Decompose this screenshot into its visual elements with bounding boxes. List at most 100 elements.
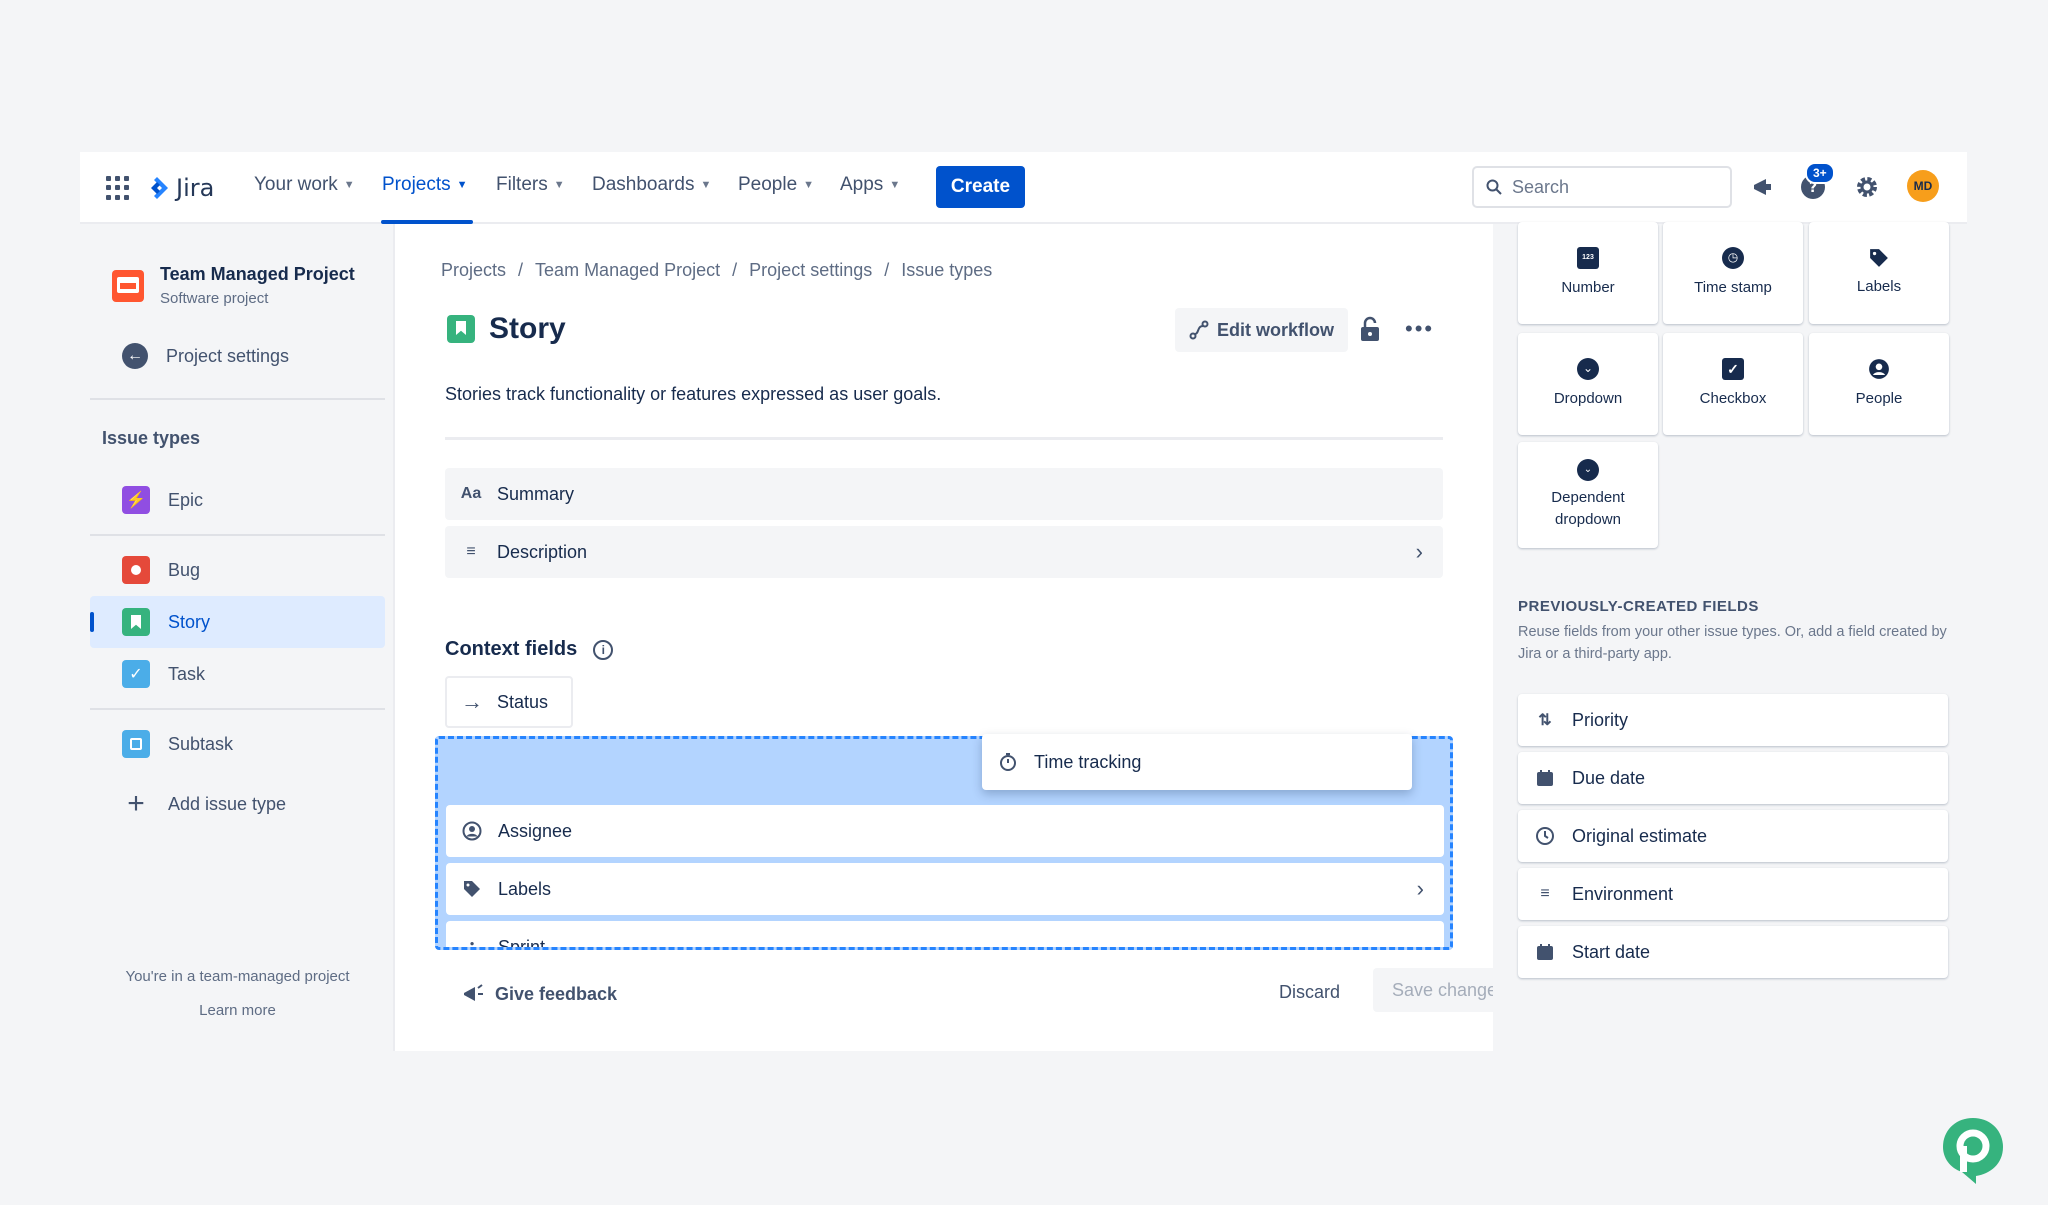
- field-type-dependent-dropdown[interactable]: ⌄ Dependent dropdown: [1518, 442, 1658, 548]
- sprint-icon: ⛬: [466, 938, 478, 950]
- settings-icon[interactable]: [1850, 170, 1884, 204]
- discard-button[interactable]: Discard: [1279, 982, 1340, 1003]
- breadcrumb-separator: /: [884, 260, 890, 280]
- info-icon[interactable]: i: [593, 639, 614, 660]
- calendar-icon: [1534, 769, 1556, 787]
- learn-more-link[interactable]: Learn more: [80, 1002, 395, 1019]
- field-type-label: Dependent dropdown: [1551, 487, 1624, 531]
- field-label: Assignee: [498, 820, 573, 841]
- sidebar-item-label: Story: [168, 611, 211, 632]
- field-type-dropdown[interactable]: ⌄ Dropdown: [1518, 333, 1658, 435]
- field-status[interactable]: → Status: [445, 676, 573, 728]
- nav-your-work[interactable]: Your work ▼: [254, 174, 355, 196]
- prev-field-start-date[interactable]: Start date: [1518, 926, 1948, 978]
- jira-logo[interactable]: Jira: [144, 170, 214, 206]
- sidebar-item-story[interactable]: Story: [90, 596, 385, 648]
- bookmark-icon: [122, 608, 150, 636]
- notifications-icon[interactable]: [1746, 170, 1780, 204]
- context-fields-title: Context fields: [445, 638, 578, 660]
- chevron-down-icon: ▼: [700, 179, 712, 191]
- priority-arrows-icon: ⇅: [1538, 712, 1552, 729]
- field-summary[interactable]: Aa Summary: [445, 468, 1443, 520]
- prev-field-due-date[interactable]: Due date: [1518, 752, 1948, 804]
- page-title[interactable]: Story: [489, 312, 566, 346]
- breadcrumb-settings[interactable]: Project settings: [749, 260, 872, 281]
- person-circle-icon: [460, 821, 484, 841]
- project-avatar-icon: [112, 269, 144, 302]
- issue-type-description[interactable]: Stories track functionality or features …: [445, 384, 941, 405]
- chevron-down-icon: ▼: [456, 179, 468, 191]
- field-type-label-line2: dropdown: [1555, 511, 1621, 528]
- breadcrumb-separator: /: [732, 260, 738, 280]
- sidebar-item-bug[interactable]: Bug: [90, 544, 385, 596]
- field-type-number[interactable]: 123 Number: [1518, 222, 1658, 324]
- sidebar-item-subtask[interactable]: Subtask: [90, 718, 385, 770]
- field-label: Labels: [498, 878, 552, 899]
- double-chevron-icon: ⌄: [1577, 459, 1599, 482]
- calendar-icon: [1534, 943, 1556, 961]
- field-label: Status: [497, 691, 549, 712]
- sidebar-item-epic[interactable]: ⚡ Epic: [90, 474, 385, 526]
- field-assignee[interactable]: Assignee: [446, 805, 1444, 857]
- field-description[interactable]: ≡ Description ›: [445, 526, 1443, 578]
- sidebar-item-label: Project settings: [166, 345, 290, 366]
- sidebar-item-label: Task: [168, 663, 206, 684]
- divider: [90, 534, 385, 536]
- chevron-down-icon: ▼: [343, 179, 355, 191]
- prev-field-environment[interactable]: ≡ Environment: [1518, 868, 1948, 920]
- search-placeholder: Search: [1512, 176, 1570, 197]
- field-type-label: Checkbox: [1699, 390, 1767, 408]
- nav-projects[interactable]: Projects ▼: [382, 174, 468, 196]
- add-issue-type-button[interactable]: + Add issue type: [90, 778, 385, 830]
- field-type-people[interactable]: People: [1809, 333, 1949, 435]
- breadcrumb-issue-types[interactable]: Issue types: [901, 260, 992, 281]
- number-icon: 123: [1577, 247, 1599, 270]
- nav-apps[interactable]: Apps ▼: [840, 174, 900, 196]
- bug-icon: [122, 556, 150, 584]
- nav-dashboards[interactable]: Dashboards ▼: [592, 174, 711, 196]
- previously-created-heading: PREVIOUSLY-CREATED FIELDS: [1518, 598, 1759, 615]
- search-input[interactable]: Search: [1472, 166, 1732, 208]
- field-label: Time tracking: [1034, 751, 1142, 772]
- sidebar-item-task[interactable]: ✓ Task: [90, 648, 385, 700]
- clock-icon: ◷: [1722, 247, 1744, 270]
- clock-icon: [1534, 826, 1556, 846]
- jira-logo-icon: [151, 177, 168, 199]
- field-type-label: Dropdown: [1553, 390, 1623, 408]
- nav-projects-label: Projects: [382, 174, 451, 195]
- jira-app: Jira Your work ▼ Projects ▼ Filters ▼ Da…: [80, 152, 1967, 1051]
- prev-field-original-estimate[interactable]: Original estimate: [1518, 810, 1948, 862]
- breadcrumb-project[interactable]: Team Managed Project: [535, 260, 720, 281]
- dragging-field-time-tracking[interactable]: Time tracking: [982, 734, 1412, 790]
- divider: [445, 437, 1443, 440]
- create-button[interactable]: Create: [936, 166, 1025, 208]
- sidebar-item-project-settings[interactable]: ← Project settings: [90, 330, 385, 382]
- field-sprint[interactable]: ⛬ Sprint: [446, 921, 1444, 950]
- field-label: Description: [497, 541, 588, 562]
- stopwatch-icon: [996, 752, 1020, 772]
- give-feedback-button[interactable]: Give feedback: [461, 982, 617, 1006]
- context-fields-heading: Context fields i: [445, 638, 614, 661]
- field-type-checkbox[interactable]: ✓ Checkbox: [1663, 333, 1803, 435]
- search-icon: [1486, 179, 1502, 195]
- field-labels[interactable]: Labels ›: [446, 863, 1444, 915]
- chevron-down-icon: ▼: [889, 179, 901, 191]
- field-label: Priority: [1572, 709, 1629, 730]
- checkbox-icon: ✓: [1722, 358, 1744, 381]
- breadcrumb: Projects / Team Managed Project / Projec…: [441, 260, 992, 281]
- project-header[interactable]: Team Managed Project Software project: [112, 264, 355, 307]
- nav-your-work-label: Your work: [254, 174, 338, 195]
- field-type-labels[interactable]: Labels: [1809, 222, 1949, 324]
- user-avatar[interactable]: MD: [1907, 170, 1939, 202]
- edit-workflow-button[interactable]: Edit workflow: [1175, 308, 1348, 352]
- workflow-icon: [1189, 320, 1209, 340]
- nav-people[interactable]: People ▼: [738, 174, 814, 196]
- unlock-icon[interactable]: [1359, 316, 1381, 347]
- field-label: Summary: [497, 483, 575, 504]
- nav-filters[interactable]: Filters ▼: [496, 174, 565, 196]
- app-switcher-icon[interactable]: [106, 176, 130, 200]
- more-actions-icon[interactable]: •••: [1405, 316, 1434, 342]
- field-type-time-stamp[interactable]: ◷ Time stamp: [1663, 222, 1803, 324]
- breadcrumb-projects[interactable]: Projects: [441, 260, 506, 281]
- prev-field-priority[interactable]: ⇅ Priority: [1518, 694, 1948, 746]
